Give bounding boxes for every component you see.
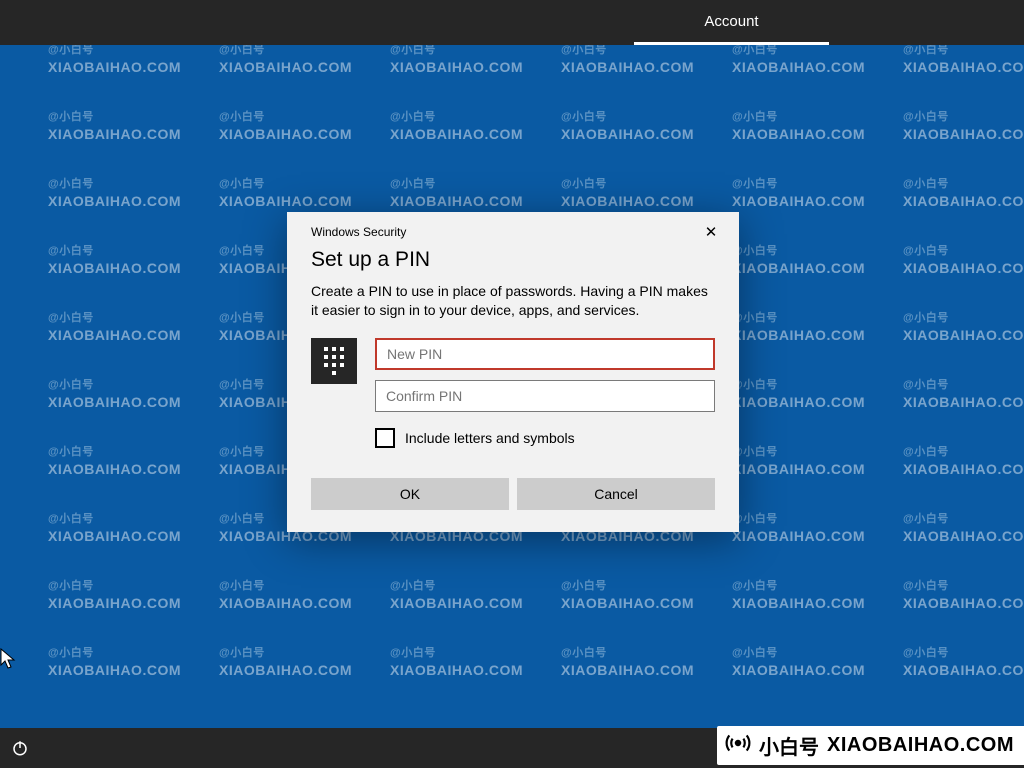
close-icon: ✕ — [705, 223, 718, 241]
confirm-pin-input[interactable] — [375, 380, 715, 412]
power-icon[interactable] — [0, 728, 40, 768]
windows-security-dialog: Windows Security ✕ Set up a PIN Create a… — [287, 212, 739, 532]
broadcast-icon — [725, 730, 751, 761]
brand-badge: 小白号 XIAOBAIHAO.COM — [717, 726, 1024, 765]
include-letters-label: Include letters and symbols — [405, 430, 575, 446]
tab-account-label: Account — [704, 13, 758, 30]
new-pin-input[interactable] — [375, 338, 715, 370]
ok-button[interactable]: OK — [311, 478, 509, 510]
pin-keypad-icon — [311, 338, 357, 384]
close-button[interactable]: ✕ — [691, 218, 731, 246]
dialog-header-label: Windows Security — [311, 225, 406, 239]
dialog-description: Create a PIN to use in place of password… — [287, 282, 739, 338]
brand-en: XIAOBAIHAO.COM — [827, 734, 1014, 757]
brand-cn: 小白号 — [759, 731, 819, 760]
oobe-topbar: Account — [0, 0, 1024, 45]
desktop-background: @小白号XIAOBAIHAO.COM@小白号XIAOBAIHAO.COM@小白号… — [0, 0, 1024, 768]
mouse-cursor-icon — [0, 648, 16, 670]
cancel-button[interactable]: Cancel — [517, 478, 715, 510]
include-letters-checkbox[interactable] — [375, 428, 395, 448]
tab-account[interactable]: Account — [634, 0, 829, 45]
dialog-title: Set up a PIN — [287, 248, 739, 282]
